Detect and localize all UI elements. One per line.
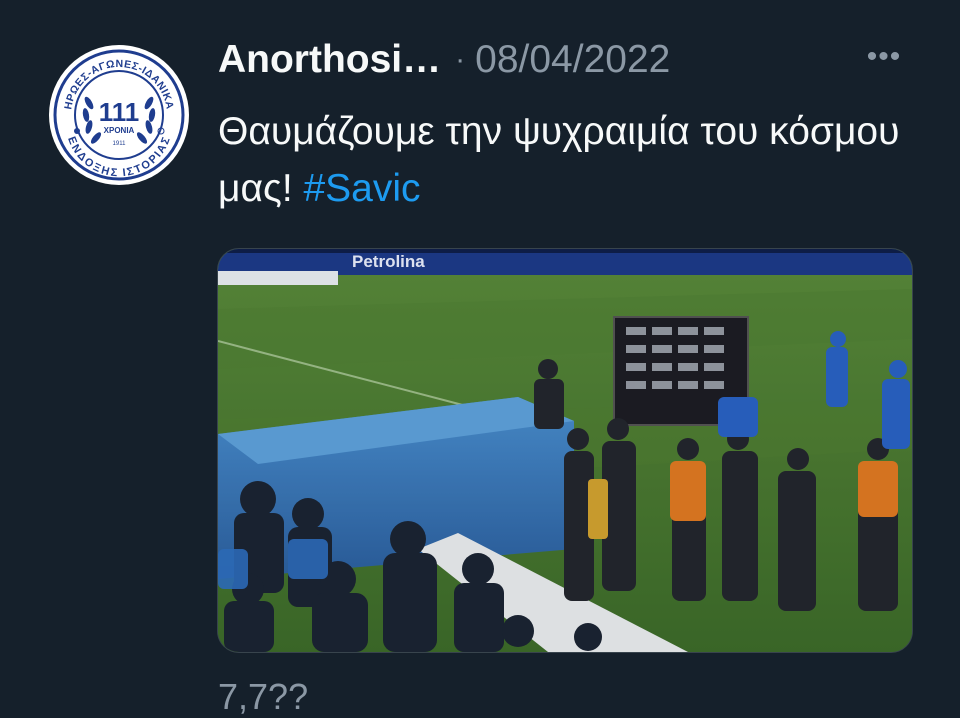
tweet-stats-partial: 7,7?? — [218, 676, 309, 717]
logo-year: 1911 — [113, 141, 127, 147]
hashtag-link[interactable]: #Savic — [303, 167, 420, 210]
profile-avatar[interactable]: ΗΡΩΕΣ-ΑΓΩΝΕΣ-ΙΔΑΝΙΚΑ ΕΝΔΟΞΗΣ ΙΣΤΟΡΙΑΣ 11… — [49, 45, 189, 185]
tweet-date[interactable]: 08/04/2022 — [475, 38, 670, 82]
anorthosis-logo-icon: ΗΡΩΕΣ-ΑΓΩΝΕΣ-ΙΔΑΝΙΚΑ ΕΝΔΟΞΗΣ ΙΣΤΟΡΙΑΣ 11… — [52, 48, 186, 182]
author-name[interactable]: Anorthosi… — [218, 38, 441, 82]
logo-number: 111 — [99, 97, 140, 127]
logo-sublabel: ΧΡΟΝΙΑ — [104, 126, 135, 135]
tweet-media-video[interactable]: Petrolina — [217, 248, 913, 653]
tweet-text: Θαυμάζουμε την ψυχραιμία του κόσμου μας!… — [218, 103, 918, 217]
header-separator: · — [455, 43, 466, 76]
stadium-scene-image: Petrolina — [218, 249, 912, 652]
more-options-icon[interactable]: ••• — [862, 40, 906, 73]
tweet-header: Anorthosi… · 08/04/2022 — [218, 36, 670, 84]
